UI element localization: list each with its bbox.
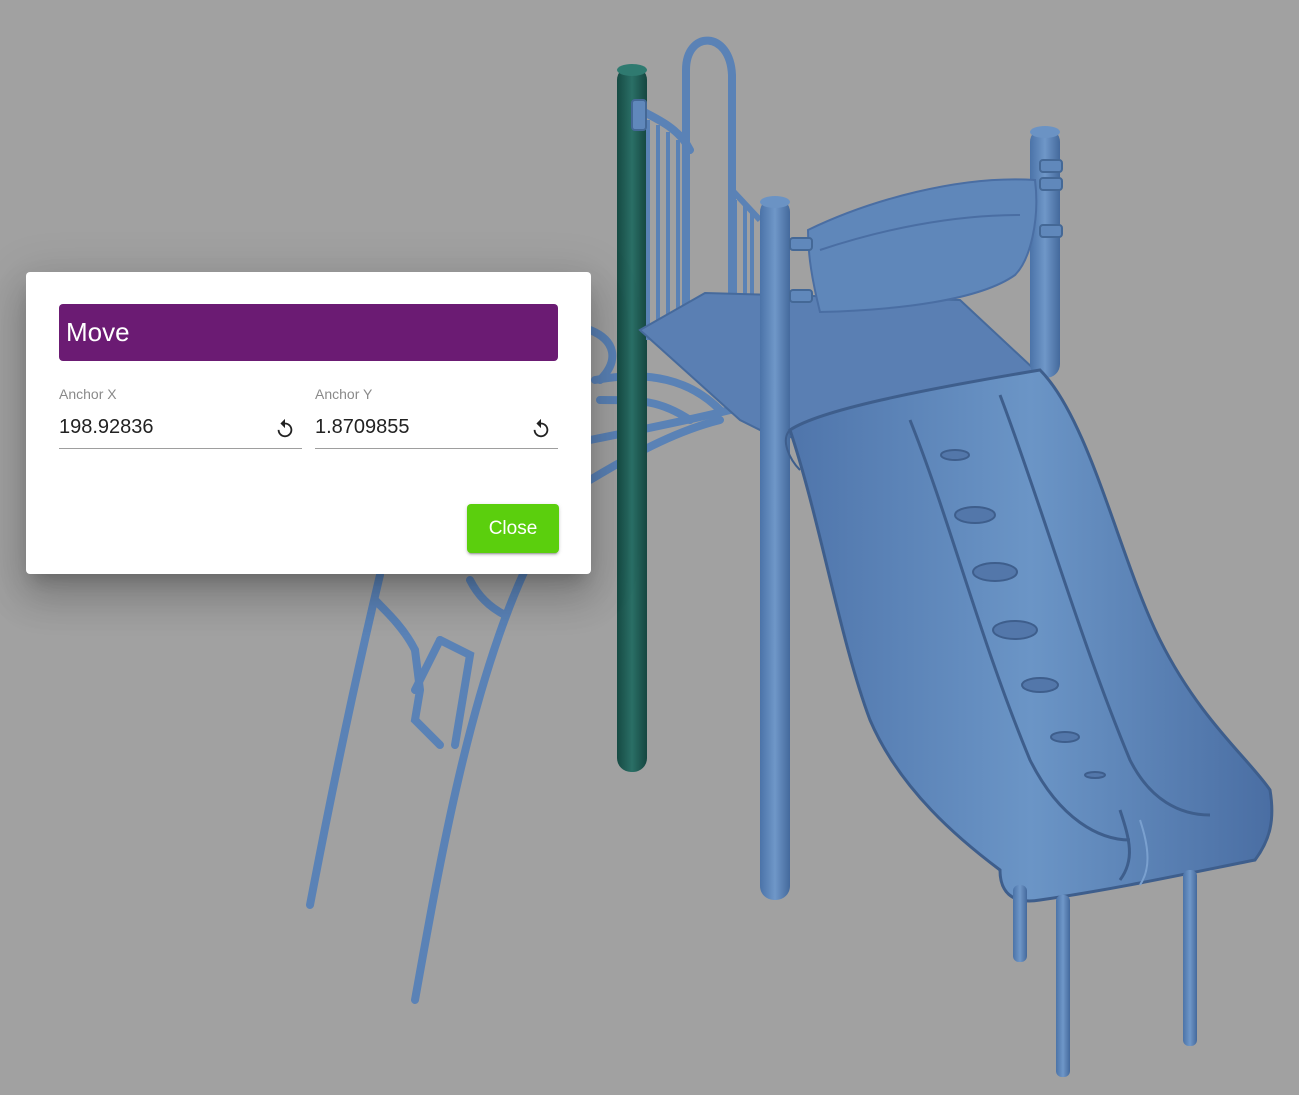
anchor-y-input[interactable] <box>315 412 525 442</box>
anchor-x-field: Anchor X <box>59 384 302 450</box>
anchor-y-underline <box>315 448 558 449</box>
green-post <box>617 66 647 772</box>
anchor-y-label: Anchor Y <box>315 386 373 402</box>
anchor-y-field: Anchor Y <box>315 384 558 450</box>
slide-canopy <box>806 178 1038 314</box>
close-button[interactable]: Close <box>467 504 559 553</box>
reset-icon[interactable] <box>530 418 552 440</box>
move-dialog: Move Anchor X Anchor Y Close <box>26 272 591 574</box>
dialog-title: Move <box>59 304 558 361</box>
anchor-x-underline <box>59 448 302 449</box>
reset-icon[interactable] <box>274 418 296 440</box>
anchor-x-label: Anchor X <box>59 386 117 402</box>
anchor-x-input[interactable] <box>59 412 269 442</box>
